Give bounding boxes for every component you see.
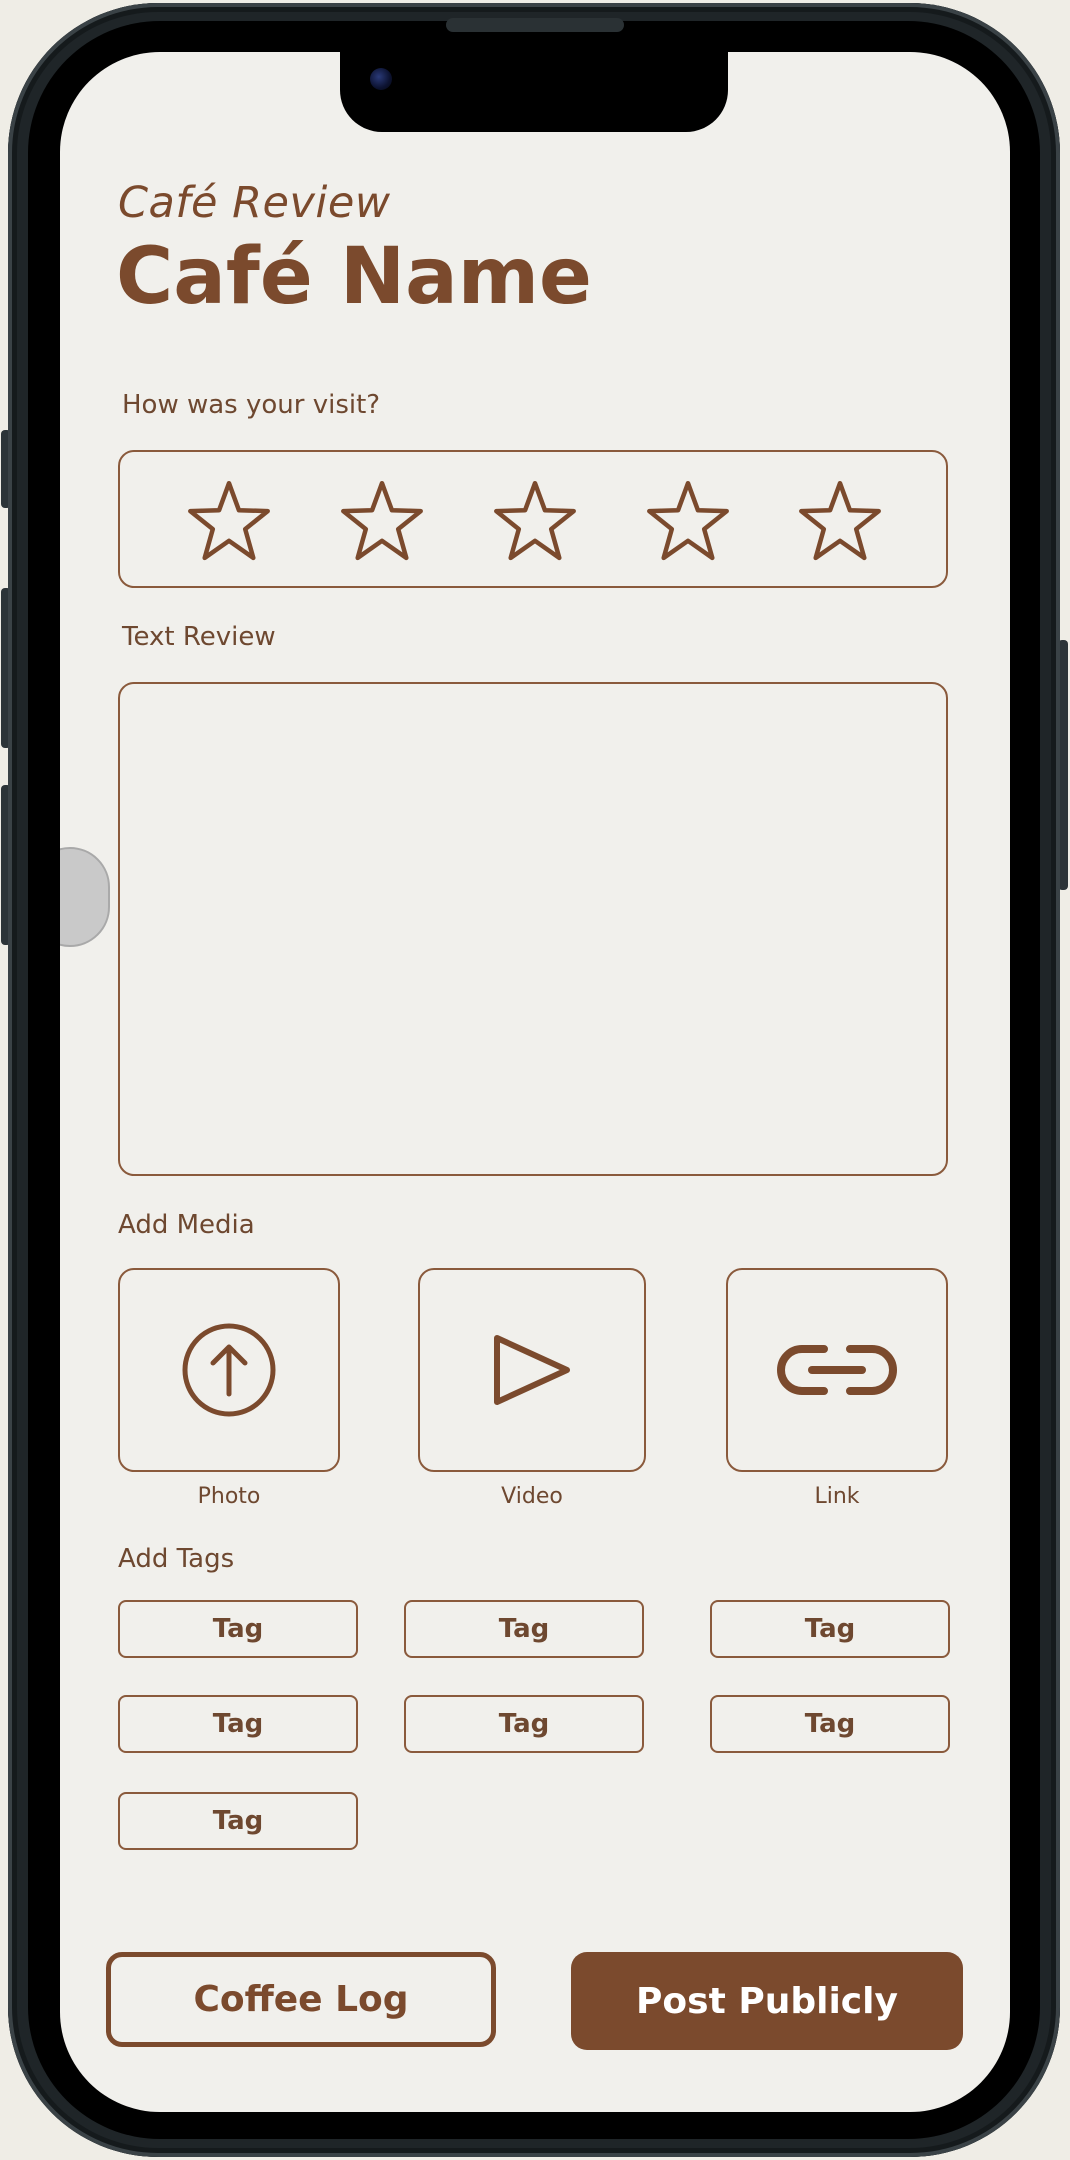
- star-rating: [118, 450, 948, 588]
- edge-swipe-handle[interactable]: [60, 847, 110, 947]
- add-link-button[interactable]: [726, 1268, 948, 1472]
- photo-upload-button[interactable]: [118, 1268, 340, 1472]
- page-title: Café Name: [116, 232, 592, 322]
- play-icon: [494, 1335, 570, 1405]
- link-icon: [777, 1345, 897, 1395]
- post-publicly-button[interactable]: Post Publicly: [571, 1952, 963, 2050]
- link-caption: Link: [814, 1484, 860, 1509]
- tag-chip[interactable]: Tag: [710, 1695, 950, 1753]
- add-tags-label: Add Tags: [118, 1544, 235, 1574]
- front-camera-icon: [370, 68, 392, 90]
- coffee-log-button[interactable]: Coffee Log: [106, 1952, 496, 2047]
- tag-chip[interactable]: Tag: [118, 1792, 358, 1850]
- page-subtitle: Café Review: [118, 178, 391, 228]
- text-review-input[interactable]: [118, 682, 948, 1176]
- tag-chip[interactable]: Tag: [404, 1600, 644, 1658]
- stage: Café Review Café Name How was your visit…: [0, 0, 1070, 2160]
- star-5-icon[interactable]: [795, 476, 885, 566]
- tag-chip[interactable]: Tag: [118, 1695, 358, 1753]
- rating-label: How was your visit?: [122, 390, 381, 420]
- star-2-icon[interactable]: [337, 476, 427, 566]
- upload-icon: [182, 1323, 276, 1417]
- tag-chip[interactable]: Tag: [710, 1600, 950, 1658]
- video-caption: Video: [501, 1484, 563, 1509]
- star-1-icon[interactable]: [184, 476, 274, 566]
- tag-chip[interactable]: Tag: [404, 1695, 644, 1753]
- phone-screen: Café Review Café Name How was your visit…: [60, 52, 1010, 2112]
- star-4-icon[interactable]: [643, 476, 733, 566]
- notch: [340, 52, 728, 132]
- add-media-label: Add Media: [118, 1210, 255, 1240]
- video-upload-button[interactable]: [418, 1268, 646, 1472]
- photo-caption: Photo: [197, 1484, 261, 1509]
- text-review-label: Text Review: [122, 622, 276, 652]
- star-3-icon[interactable]: [490, 476, 580, 566]
- speaker-bar: [446, 18, 624, 32]
- tag-chip[interactable]: Tag: [118, 1600, 358, 1658]
